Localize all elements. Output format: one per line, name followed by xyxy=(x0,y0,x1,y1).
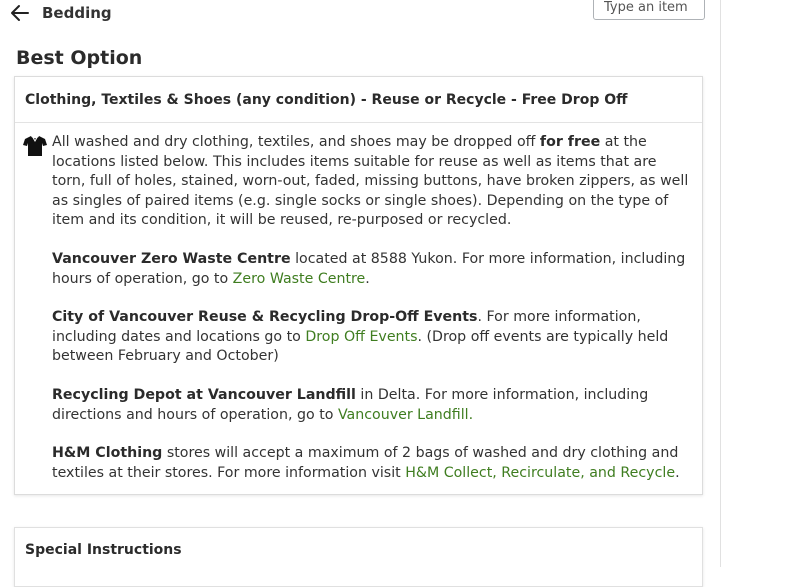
location-zero-waste: Vancouver Zero Waste Centre located at 8… xyxy=(52,250,686,287)
zero-waste-centre-link[interactable]: Zero Waste Centre xyxy=(233,271,366,287)
panel-divider xyxy=(720,0,721,567)
location-landfill: Recycling Depot at Vancouver Landfill in… xyxy=(52,386,649,423)
special-instructions-card: Special Instructions xyxy=(14,527,703,587)
shirt-icon xyxy=(23,136,47,156)
breadcrumb[interactable]: Bedding xyxy=(42,4,112,22)
drop-off-events-link[interactable]: Drop Off Events xyxy=(305,329,417,345)
intro-paragraph: All washed and dry clothing, textiles, a… xyxy=(52,134,689,229)
location-hm: H&M Clothing stores will accept a maximu… xyxy=(52,445,680,481)
best-option-card: Clothing, Textiles & Shoes (any conditio… xyxy=(14,76,703,495)
main-panel: Bedding Best Option Clothing, Textiles &… xyxy=(0,0,720,587)
location-name: Recycling Depot at Vancouver Landfill xyxy=(52,386,356,403)
location-name: City of Vancouver Reuse & Recycling Drop… xyxy=(52,309,478,326)
section-title: Best Option xyxy=(16,47,143,69)
special-instructions-title: Special Instructions xyxy=(25,542,182,558)
arrow-left-icon xyxy=(11,5,29,21)
search-input[interactable] xyxy=(593,0,705,20)
top-bar: Bedding xyxy=(8,0,708,26)
vancouver-landfill-link[interactable]: Vancouver Landfill. xyxy=(338,407,473,423)
back-button[interactable] xyxy=(8,2,32,24)
location-name: Vancouver Zero Waste Centre xyxy=(52,250,291,267)
location-drop-off-events: City of Vancouver Reuse & Recycling Drop… xyxy=(52,309,669,365)
hm-recycle-link[interactable]: H&M Collect, Recirculate, and Recycle xyxy=(405,465,675,481)
card-body: All washed and dry clothing, textiles, a… xyxy=(15,123,702,483)
location-name: H&M Clothing xyxy=(52,445,163,462)
card-title: Clothing, Textiles & Shoes (any conditio… xyxy=(15,77,702,123)
